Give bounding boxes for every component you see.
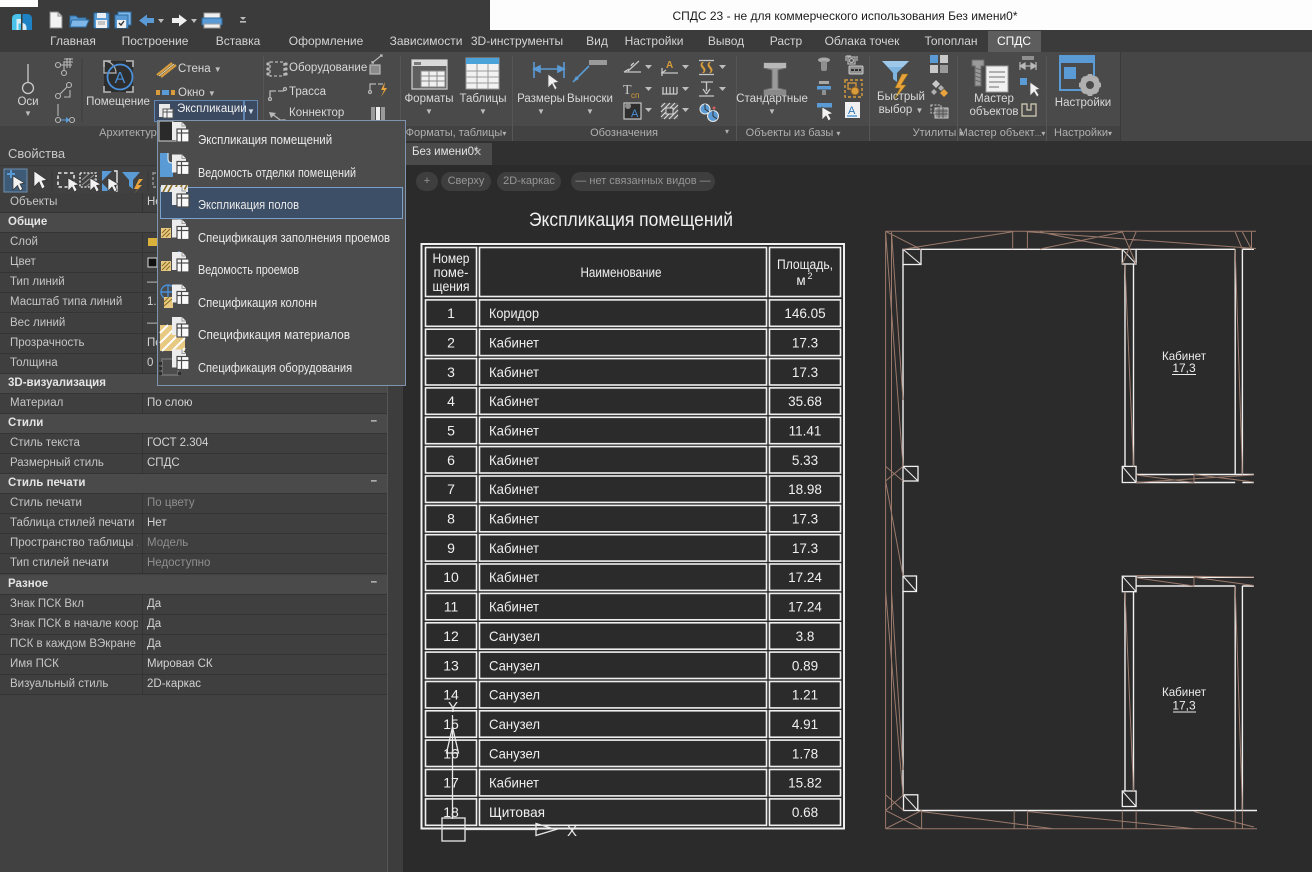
svg-text:17.3: 17.3: [792, 365, 818, 380]
svg-text:Кабинет: Кабинет: [489, 423, 540, 439]
svg-text:5: 5: [447, 423, 455, 439]
svg-text:3.8: 3.8: [796, 629, 815, 644]
svg-text:Кабинет: Кабинет: [489, 452, 540, 468]
svg-text:Кабинет: Кабинет: [489, 569, 540, 585]
svg-text:Коридор: Коридор: [489, 305, 539, 321]
svg-text:4: 4: [447, 393, 455, 409]
svg-text:146.05: 146.05: [784, 306, 825, 321]
svg-text:0.68: 0.68: [792, 805, 818, 820]
svg-text:A: A: [848, 105, 856, 117]
svg-text:Санузел: Санузел: [489, 745, 540, 761]
svg-text:Кабинет: Кабинет: [1162, 685, 1206, 699]
svg-text:Санузел: Санузел: [489, 716, 540, 732]
svg-text:17.3: 17.3: [792, 335, 818, 350]
svg-text:Кабинет: Кабинет: [489, 540, 540, 556]
svg-text:4.91: 4.91: [792, 717, 818, 732]
svg-text:17,3: 17,3: [1172, 361, 1196, 375]
svg-text:Санузел: Санузел: [489, 657, 540, 673]
svg-text:17: 17: [443, 775, 459, 791]
svg-text:11.41: 11.41: [789, 424, 822, 439]
svg-text:поме-: поме-: [434, 265, 469, 280]
svg-text:2: 2: [447, 334, 455, 350]
svg-text:Кабинет: Кабинет: [489, 364, 540, 380]
svg-text:Y: Y: [448, 699, 458, 716]
svg-text:сп: сп: [631, 91, 639, 100]
svg-text:1.78: 1.78: [792, 746, 818, 761]
svg-text:6: 6: [447, 452, 455, 468]
svg-text:1.21: 1.21: [792, 688, 818, 703]
svg-text:1: 1: [447, 305, 455, 321]
svg-text:18.98: 18.98: [788, 482, 822, 497]
svg-text:Кабинет: Кабинет: [489, 334, 540, 350]
svg-text:Кабинет: Кабинет: [489, 481, 540, 497]
svg-text:Кабинет: Кабинет: [489, 393, 540, 409]
svg-text:17,3: 17,3: [1172, 699, 1196, 713]
svg-text:11: 11: [444, 599, 459, 615]
svg-text:15: 15: [443, 716, 459, 732]
svg-text:м: м: [796, 273, 805, 288]
svg-text:Экспликация помещений: Экспликация помещений: [529, 210, 733, 231]
svg-text:Кабинет: Кабинет: [489, 775, 540, 791]
svg-text:0.89: 0.89: [792, 658, 818, 673]
svg-text:5.33: 5.33: [792, 453, 818, 468]
svg-text:13: 13: [443, 657, 459, 673]
svg-text:Площадь,: Площадь,: [777, 257, 833, 272]
svg-text:Санузел: Санузел: [489, 687, 540, 703]
svg-text:8: 8: [447, 511, 455, 527]
svg-text:15.82: 15.82: [788, 776, 822, 791]
svg-text:Щитовая: Щитовая: [489, 804, 545, 820]
svg-text:7: 7: [447, 481, 455, 497]
svg-text:A: A: [666, 60, 673, 71]
svg-text:9: 9: [447, 540, 455, 556]
svg-text:Санузел: Санузел: [489, 628, 540, 644]
svg-text:2: 2: [808, 271, 813, 281]
svg-text:A: A: [115, 70, 126, 87]
svg-text:35.68: 35.68: [788, 394, 822, 409]
svg-text:Наименование: Наименование: [581, 265, 662, 280]
svg-text:щения: щения: [433, 279, 470, 294]
svg-text:10: 10: [443, 569, 459, 585]
svg-text:A: A: [631, 108, 639, 120]
svg-text:3: 3: [447, 364, 455, 380]
svg-text:12: 12: [443, 628, 459, 644]
svg-text:17.24: 17.24: [788, 600, 822, 615]
svg-text:Кабинет: Кабинет: [489, 511, 540, 527]
svg-text:17.3: 17.3: [792, 512, 818, 527]
svg-text:17.3: 17.3: [792, 541, 818, 556]
svg-text:X: X: [567, 823, 577, 840]
svg-text:Кабинет: Кабинет: [489, 599, 540, 615]
svg-text:Номер: Номер: [433, 251, 470, 266]
svg-text:17.24: 17.24: [788, 570, 822, 585]
